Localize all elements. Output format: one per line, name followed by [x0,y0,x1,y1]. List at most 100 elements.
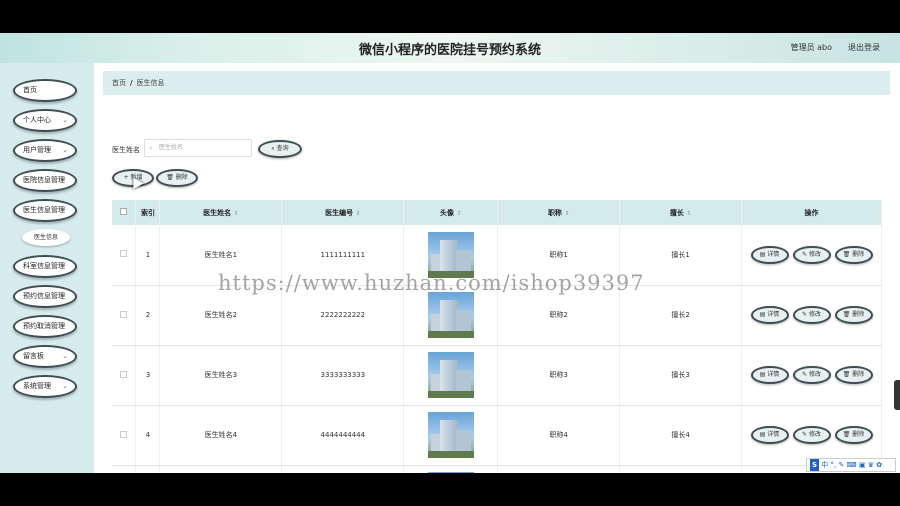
pencil-icon: ✎ [802,431,808,438]
doctor-table: 索引 医生姓名 ⇕ 医生编号 ⇕ 头像 ⇕ 职称 ⇕ 擅长 ⇕ 操作 1 医生姓名… [112,200,882,473]
cell-title: 职称5 [497,465,621,473]
col-name[interactable]: 医生姓名 ⇕ [159,200,283,225]
trash-icon: 🗑 [166,174,174,181]
cell-index: 5 [135,465,161,473]
main-content: 首页 / 医生信息 医生姓名 ⌕ 医生姓名 ⌕ 查询 + 新增 🗑 删除 索引 医生… [94,63,900,473]
search-input[interactable]: ⌕ 医生姓名 [144,139,252,157]
breadcrumb-current: 医生信息 [136,79,165,87]
cell-code: 5555555555 [281,465,405,473]
current-user: 管理员 abo [790,43,832,52]
cell-skill: 擅长3 [619,345,743,406]
cell-name: 医生姓名4 [159,405,283,466]
sidebar-item[interactable]: 医生信息管理 [13,199,77,222]
sidebar-item[interactable]: 医院信息管理 [13,169,77,192]
sort-icon[interactable]: ⇕ [456,210,461,217]
app-screen: 微信小程序的医院挂号预约系统 管理员 abo 退出登录 首页个人中心 ⌄ 用户管理 ⌄… [0,33,900,473]
search-placeholder: 医生姓名 [159,144,184,151]
detail-button[interactable]: ▤ 详情 [750,245,789,264]
chevron-down-icon: ⌄ [62,116,68,124]
sidebar-item[interactable]: 首页 [13,79,77,102]
edit-button[interactable]: ✎ 修改 [792,366,831,384]
delete-button[interactable]: 🗑 删除 [834,366,873,384]
sidebar-subitem[interactable]: 医生信息 [22,229,70,246]
sort-icon[interactable]: ⇕ [564,210,569,217]
table-row: 3 医生姓名3 3333333333 职称3 擅长3 ▤ 详情 ✎ 修改 🗑 删除 [112,345,882,406]
hospital-avatar-image[interactable] [427,472,474,473]
col-skill[interactable]: 擅长 ⇕ [619,200,743,225]
sidebar-item[interactable]: 预约信息管理 [13,285,77,308]
table-header-row: 索引 医生姓名 ⇕ 医生编号 ⇕ 头像 ⇕ 职称 ⇕ 擅长 ⇕ 操作 [112,200,882,225]
detail-button[interactable]: ▤ 详情 [750,366,789,384]
trash-icon: 🗑 [842,431,851,438]
ime-toolbar[interactable]: S 中 °, ✎ ⌨ ▣ ♛ ✿ [806,458,896,472]
row-checkbox[interactable] [120,370,128,378]
cell-actions: ▤ 详情✎ 修改🗑 删除 [741,345,882,406]
app-title: 微信小程序的医院挂号预约系统 [358,43,541,58]
row-select-cell [112,345,137,406]
logout-link[interactable]: 退出登录 [848,42,880,53]
col-avatar[interactable]: 头像 ⇕ [403,200,499,225]
cell-index: 3 [135,345,161,406]
cell-avatar [403,405,499,466]
cell-name: 医生姓名3 [159,345,283,406]
sidebar-item-label: 预约取消管理 [23,322,65,330]
cell-skill: 擅长5 [619,465,743,473]
header: 微信小程序的医院挂号预约系统 管理员 abo 退出登录 [0,33,900,63]
hospital-avatar-image[interactable] [427,292,474,338]
breadcrumb-home[interactable]: 首页 [112,79,126,87]
sidebar-item[interactable]: 个人中心 ⌄ [13,109,77,132]
sort-icon[interactable]: ⇕ [686,210,691,217]
search-button[interactable]: ⌕ 查询 [258,140,302,158]
sidebar-item[interactable]: 预约取消管理 [13,315,77,338]
delete-button[interactable]: 🗑 删除 [834,245,873,264]
cell-name: 医生姓名5 [159,465,283,473]
sort-icon[interactable]: ⇕ [356,210,361,217]
sidebar-item[interactable]: 系统管理 ⌄ [13,375,77,398]
chevron-down-icon: ⌄ [62,352,68,360]
search-icon: ⌕ [149,144,153,152]
sidebar-item[interactable]: 留言板 ⌄ [13,345,77,368]
batch-delete-label: 删除 [175,174,188,181]
table-row: 4 医生姓名4 4444444444 职称4 擅长4 ▤ 详情 ✎ 修改 🗑 删除 [112,405,882,466]
hospital-avatar-image[interactable] [427,352,474,398]
batch-delete-button[interactable]: 🗑 删除 [156,169,198,187]
breadcrumb-separator: / [130,79,133,87]
edit-button[interactable]: ✎ 修改 [792,245,831,264]
row-checkbox[interactable] [120,310,128,318]
select-all-cell [112,200,137,225]
sidebar-item-label: 医生信息管理 [23,206,65,214]
sidebar-item-label: 预约信息管理 [23,292,65,300]
document-icon: ▤ [759,371,766,378]
side-scroll-tab[interactable] [894,380,900,410]
edit-button[interactable]: ✎ 修改 [792,426,831,444]
row-select-cell [112,285,137,346]
sidebar-item[interactable]: 科室信息管理 [13,255,77,278]
detail-button[interactable]: ▤ 详情 [750,306,789,324]
ime-status: 中 °, ✎ ⌨ ▣ ♛ ✿ [821,461,883,469]
delete-button[interactable]: 🗑 删除 [834,306,873,324]
select-all-checkbox[interactable] [120,208,128,215]
row-checkbox[interactable] [120,250,128,258]
row-select-cell [112,225,137,286]
cell-avatar [403,345,499,406]
ime-logo-icon: S [810,459,820,471]
detail-button[interactable]: ▤ 详情 [750,426,789,444]
cell-skill: 擅长4 [619,405,743,466]
row-select-cell [112,405,137,466]
col-code[interactable]: 医生编号 ⇕ [281,200,405,225]
edit-button[interactable]: ✎ 修改 [792,306,831,324]
delete-button[interactable]: 🗑 删除 [834,426,873,444]
hospital-avatar-image[interactable] [427,412,474,458]
col-actions: 操作 [741,200,882,225]
sidebar-item-label: 科室信息管理 [23,262,65,270]
sidebar-item[interactable]: 用户管理 ⌄ [13,139,77,162]
document-icon: ▤ [759,250,766,258]
col-index: 索引 [135,200,161,225]
sidebar-item-label: 首页 [23,86,37,94]
sort-icon[interactable]: ⇕ [234,210,239,217]
cell-index: 2 [135,285,161,346]
search-label: 医生姓名 [112,146,140,154]
col-title[interactable]: 职称 ⇕ [497,200,621,225]
row-checkbox[interactable] [120,430,128,438]
cell-index: 4 [135,405,161,466]
